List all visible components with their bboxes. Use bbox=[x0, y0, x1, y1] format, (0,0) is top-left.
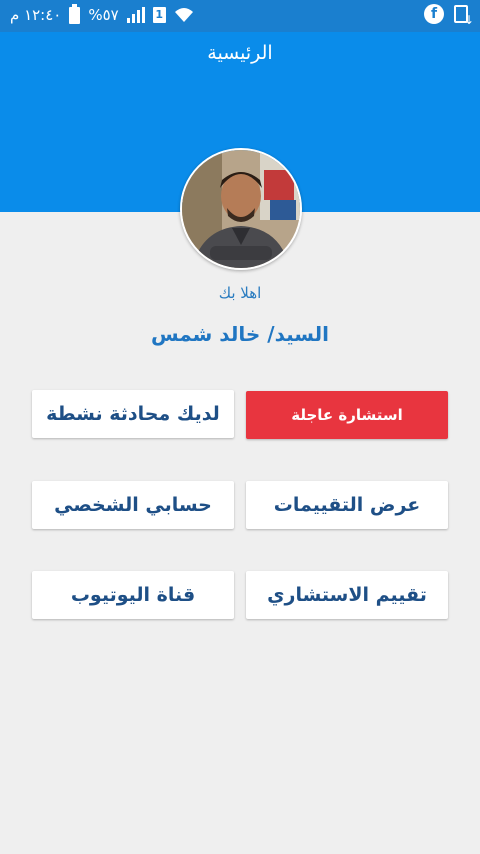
download-icon bbox=[454, 5, 474, 27]
wifi-icon bbox=[174, 8, 193, 22]
battery-icon bbox=[69, 3, 81, 24]
view-ratings-button[interactable]: عرض التقييمات bbox=[246, 481, 448, 529]
clock: ١٢:٤٠ م bbox=[10, 6, 62, 24]
avatar-photo bbox=[182, 150, 300, 268]
status-bar: ١٢:٤٠ م %٥٧ 1 f bbox=[0, 0, 480, 32]
page-title: الرئيسية bbox=[207, 42, 273, 64]
battery-level: %٥٧ bbox=[88, 6, 119, 24]
sim-icon: 1 bbox=[152, 7, 166, 23]
status-left: ١٢:٤٠ م %٥٧ 1 bbox=[10, 3, 194, 24]
urgent-consultation-button[interactable]: استشارة عاجلة bbox=[246, 391, 448, 439]
signal-icon bbox=[126, 7, 145, 23]
rate-consultant-button[interactable]: تقييم الاستشاري bbox=[246, 571, 448, 619]
active-chat-button[interactable]: لديك محادثة نشطة bbox=[32, 390, 234, 438]
youtube-channel-button[interactable]: قناة اليوتيوب bbox=[32, 571, 234, 619]
greeting-text: اهلا بك bbox=[218, 284, 262, 302]
facebook-notification-icon: f bbox=[424, 4, 444, 24]
status-right: f bbox=[424, 4, 474, 27]
user-name: السيد/ خالد شمس bbox=[151, 322, 329, 346]
avatar bbox=[180, 148, 302, 270]
my-account-button[interactable]: حسابي الشخصي bbox=[32, 481, 234, 529]
